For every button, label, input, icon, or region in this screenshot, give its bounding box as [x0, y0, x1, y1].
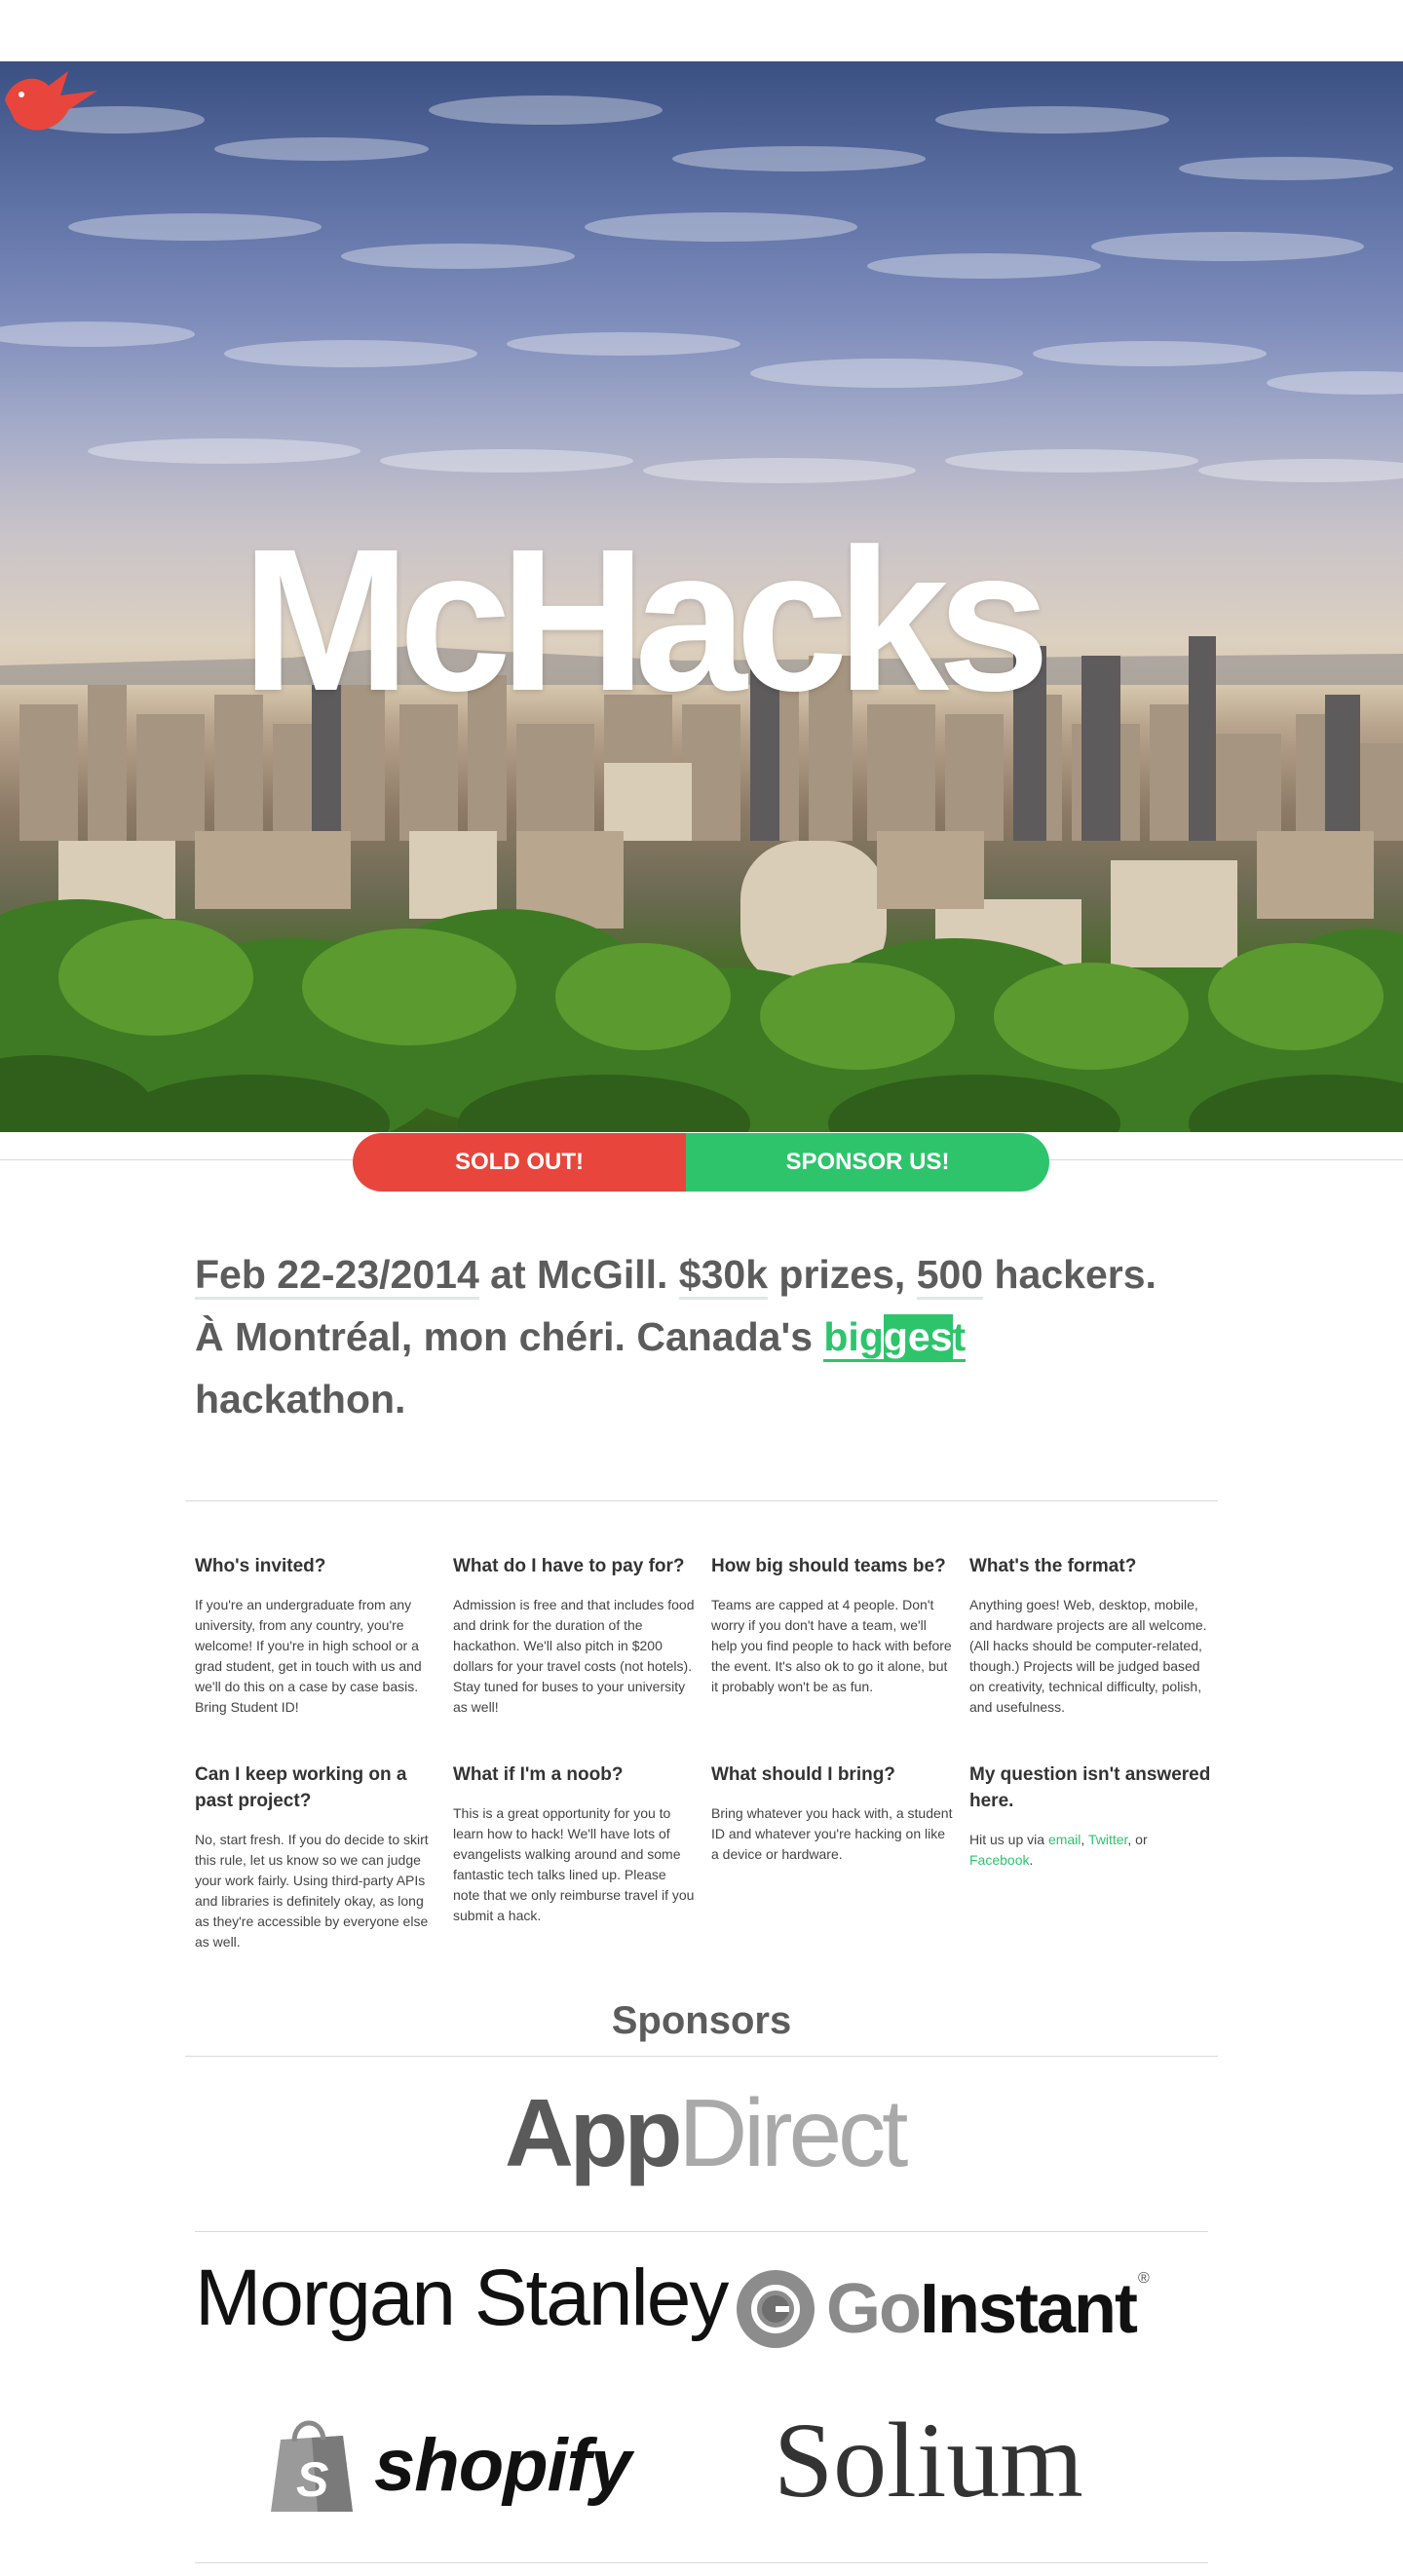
faq-answer: Admission is free and that includes food… — [453, 1597, 695, 1715]
faq-question: What's the format? — [969, 1556, 1137, 1576]
biggest-highlight: biggest — [823, 1314, 967, 1362]
faq-answer: No, start fresh. If you do decide to ski… — [195, 1832, 429, 1950]
faq-question: What do I have to pay for? — [453, 1556, 685, 1576]
goinstant-wordmark: GoInstant — [826, 2274, 1138, 2344]
faq-item: What should I bring? Bring whatever you … — [711, 1762, 953, 1865]
faq-answer: If you're an undergraduate from any univ… — [195, 1597, 422, 1715]
faq-answer: Hit us up via email, Twitter, or Faceboo… — [969, 1830, 1211, 1871]
tagline-prizes: prizes, — [768, 1252, 917, 1297]
email-link[interactable]: email — [1048, 1832, 1081, 1847]
faq-answer: Anything goes! Web, desktop, mobile, and… — [969, 1597, 1207, 1715]
goinstant-instant: Instant — [919, 2270, 1138, 2348]
sponsors-bottom-divider — [195, 2562, 1208, 2563]
faq-question: Who's invited? — [195, 1556, 326, 1576]
faq-item: How big should teams be? Teams are cappe… — [711, 1553, 953, 1697]
sponsor-us-button[interactable]: SPONSOR US! — [686, 1133, 1049, 1192]
faq-question: What should I bring? — [711, 1764, 895, 1785]
faq-answer: Teams are capped at 4 people. Don't worr… — [711, 1597, 952, 1694]
appdirect-direct: Direct — [678, 2079, 909, 2186]
sponsors-row-divider — [195, 2231, 1208, 2232]
sold-out-button[interactable]: SOLD OUT! — [353, 1133, 686, 1192]
svg-text:S: S — [296, 2452, 328, 2507]
faq-question: How big should teams be? — [711, 1556, 946, 1576]
biggest-part-2: ges — [883, 1314, 953, 1359]
faq-answer: This is a great opportunity for you to l… — [453, 1805, 695, 1923]
registered-mark: ® — [1138, 2270, 1150, 2287]
contact-sep: , — [1081, 1832, 1088, 1847]
faq-item: What if I'm a noob? This is a great oppo… — [453, 1762, 695, 1926]
goinstant-g-icon — [737, 2270, 815, 2348]
event-date: Feb 22-23/2014 — [195, 1252, 479, 1300]
sponsors-heading: Sponsors — [611, 1999, 792, 2042]
prize-amount: $30k — [678, 1252, 769, 1300]
biggest-part-3: t — [952, 1314, 967, 1359]
contact-sep: , or — [1127, 1832, 1148, 1847]
faq-item: What do I have to pay for? Admission is … — [453, 1553, 695, 1718]
biggest-part-1: big — [823, 1314, 884, 1359]
twitter-link[interactable]: Twitter — [1088, 1832, 1127, 1847]
faq-top-divider — [185, 1500, 1218, 1501]
faq-item: My question isn't answered here. Hit us … — [969, 1762, 1211, 1871]
hackers-count: 500 — [916, 1252, 984, 1300]
faq-item: Who's invited? If you're an undergraduat… — [195, 1553, 436, 1718]
shopify-bag-icon: S — [271, 2420, 353, 2512]
solium-logo[interactable]: Solium — [774, 2406, 1083, 2514]
appdirect-app: App — [505, 2079, 682, 2186]
appdirect-logo[interactable]: AppDirect — [505, 2085, 908, 2180]
goinstant-go: Go — [826, 2270, 922, 2348]
mchacks-logo: McHacks — [242, 508, 1050, 734]
faq-answer: Bring whatever you hack with, a student … — [711, 1805, 953, 1862]
sponsors-divider — [185, 2056, 1218, 2057]
hero-banner: McHacks — [0, 61, 1403, 1132]
faq-question: My question isn't answered here. — [969, 1764, 1211, 1811]
goinstant-logo[interactable]: GoInstant ® — [737, 2270, 1150, 2348]
shopify-wordmark: shopify — [374, 2423, 631, 2507]
contact-suffix: . — [1029, 1852, 1034, 1868]
tagline-at-mcgill: at McGill. — [478, 1252, 679, 1297]
shopify-logo[interactable]: S shopify — [267, 2414, 631, 2516]
event-tagline: Feb 22-23/2014 at McGill. $30k prizes, 5… — [195, 1243, 1228, 1430]
red-bird-icon — [5, 71, 97, 131]
morgan-stanley-logo[interactable]: Morgan Stanley — [195, 2258, 729, 2338]
contact-prefix: Hit us up via — [969, 1832, 1048, 1847]
faq-question: What if I'm a noob? — [453, 1764, 624, 1785]
facebook-link[interactable]: Facebook — [969, 1852, 1029, 1868]
tagline-hackathon: hackathon. — [195, 1377, 406, 1421]
faq-question: Can I keep working on a past project? — [195, 1764, 407, 1811]
tagline-montreal: À Montréal, mon chéri. Canada's — [195, 1314, 824, 1359]
faq-item: What's the format? Anything goes! Web, d… — [969, 1553, 1211, 1718]
tagline-hackers: hackers. — [983, 1252, 1157, 1297]
faq-item: Can I keep working on a past project? No… — [195, 1762, 436, 1952]
